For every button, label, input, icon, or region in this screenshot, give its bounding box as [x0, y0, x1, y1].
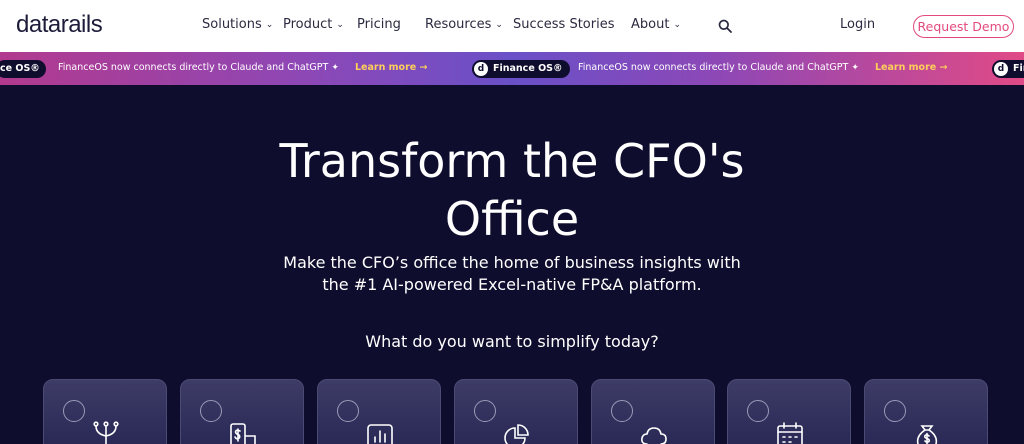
sparkle-icon: ✦: [851, 63, 859, 73]
banner-message: FinanceOS now connects directly to Claud…: [578, 62, 859, 73]
chevron-down-icon: ⌄: [673, 20, 681, 30]
nav-resources-label: Resources: [425, 17, 492, 32]
option-card-5[interactable]: [591, 379, 715, 444]
hero-subtitle: Make the CFO’s office the home of busine…: [262, 252, 762, 296]
hero-subtitle-line-1: Make the CFO’s office the home of busine…: [283, 253, 741, 272]
radio-button[interactable]: [337, 400, 359, 422]
finance-os-pill-label: Finance OS®: [493, 63, 563, 74]
hero-subtitle-line-2: the #1 AI-powered Excel-native FP&A plat…: [322, 275, 702, 294]
banner-message: FinanceOS now connects directly to Claud…: [58, 62, 339, 73]
nav-solutions-label: Solutions: [202, 17, 262, 32]
chevron-down-icon: ⌄: [265, 20, 274, 30]
hero-title-line-1: Transform the CFO's: [279, 134, 745, 188]
nav-success-stories-label: Success Stories: [513, 17, 615, 32]
login-link[interactable]: Login: [840, 17, 875, 32]
learn-more-link[interactable]: Learn more →: [875, 62, 947, 73]
request-demo-button[interactable]: Request Demo: [913, 15, 1014, 38]
calendar-icon: [777, 422, 803, 444]
datarails-badge-icon: d: [994, 62, 1008, 76]
chevron-down-icon: ⌄: [336, 20, 344, 30]
nav-about-label: About: [631, 17, 670, 32]
option-card-3[interactable]: [317, 379, 441, 444]
sparkle-icon: ✦: [331, 63, 339, 73]
option-card-1[interactable]: [43, 379, 167, 444]
radio-button[interactable]: [611, 400, 633, 422]
chevron-down-icon: ⌄: [495, 20, 503, 30]
finance-os-pill: d Fin: [992, 60, 1024, 78]
nav-product[interactable]: Product ⌄: [283, 17, 344, 32]
option-card-7[interactable]: [864, 379, 988, 444]
learn-more-link[interactable]: Learn more →: [355, 62, 427, 73]
nav-pricing[interactable]: Pricing: [357, 17, 401, 32]
nav-about[interactable]: About ⌄: [631, 17, 681, 32]
simplify-question: What do you want to simplify today?: [365, 332, 659, 351]
finance-os-pill-label: Fin: [1013, 63, 1024, 74]
option-card-2[interactable]: [180, 379, 304, 444]
radio-button[interactable]: [884, 400, 906, 422]
bar-chart-icon: [367, 424, 393, 444]
radio-button[interactable]: [747, 400, 769, 422]
radio-button[interactable]: [63, 400, 85, 422]
hero-title: Transform the CFO's Office: [0, 132, 1024, 248]
datarails-logo[interactable]: datarails: [16, 11, 103, 39]
nav-success-stories[interactable]: Success Stories: [513, 17, 615, 32]
option-card-4[interactable]: [454, 379, 578, 444]
search-icon[interactable]: [718, 19, 732, 33]
dollar-document-icon: [230, 423, 256, 444]
finance-os-pill: ce OS®: [0, 60, 46, 78]
branch-icon: [93, 421, 119, 444]
nav-product-label: Product: [283, 17, 333, 32]
finance-os-pill-label: ce OS®: [0, 63, 40, 74]
nav-resources[interactable]: Resources ⌄: [425, 17, 503, 32]
banner-message-text: FinanceOS now connects directly to Claud…: [578, 62, 849, 73]
hero-title-line-2: Office: [444, 192, 580, 246]
nav-pricing-label: Pricing: [357, 17, 401, 32]
top-navigation: datarails Solutions ⌄ Product ⌄ Pricing Re…: [0, 0, 1024, 52]
announcement-banner[interactable]: ce OS® FinanceOS now connects directly t…: [0, 52, 1024, 85]
pie-chart-icon: [504, 424, 529, 444]
radio-button[interactable]: [474, 400, 496, 422]
cloud-icon: [641, 427, 667, 444]
finance-os-pill: d Finance OS®: [472, 60, 571, 78]
money-bag-icon: [916, 425, 938, 444]
nav-solutions[interactable]: Solutions ⌄: [202, 17, 273, 32]
banner-message-text: FinanceOS now connects directly to Claud…: [58, 62, 329, 73]
radio-button[interactable]: [200, 400, 222, 422]
option-card-6[interactable]: [727, 379, 851, 444]
datarails-badge-icon: d: [474, 62, 488, 76]
